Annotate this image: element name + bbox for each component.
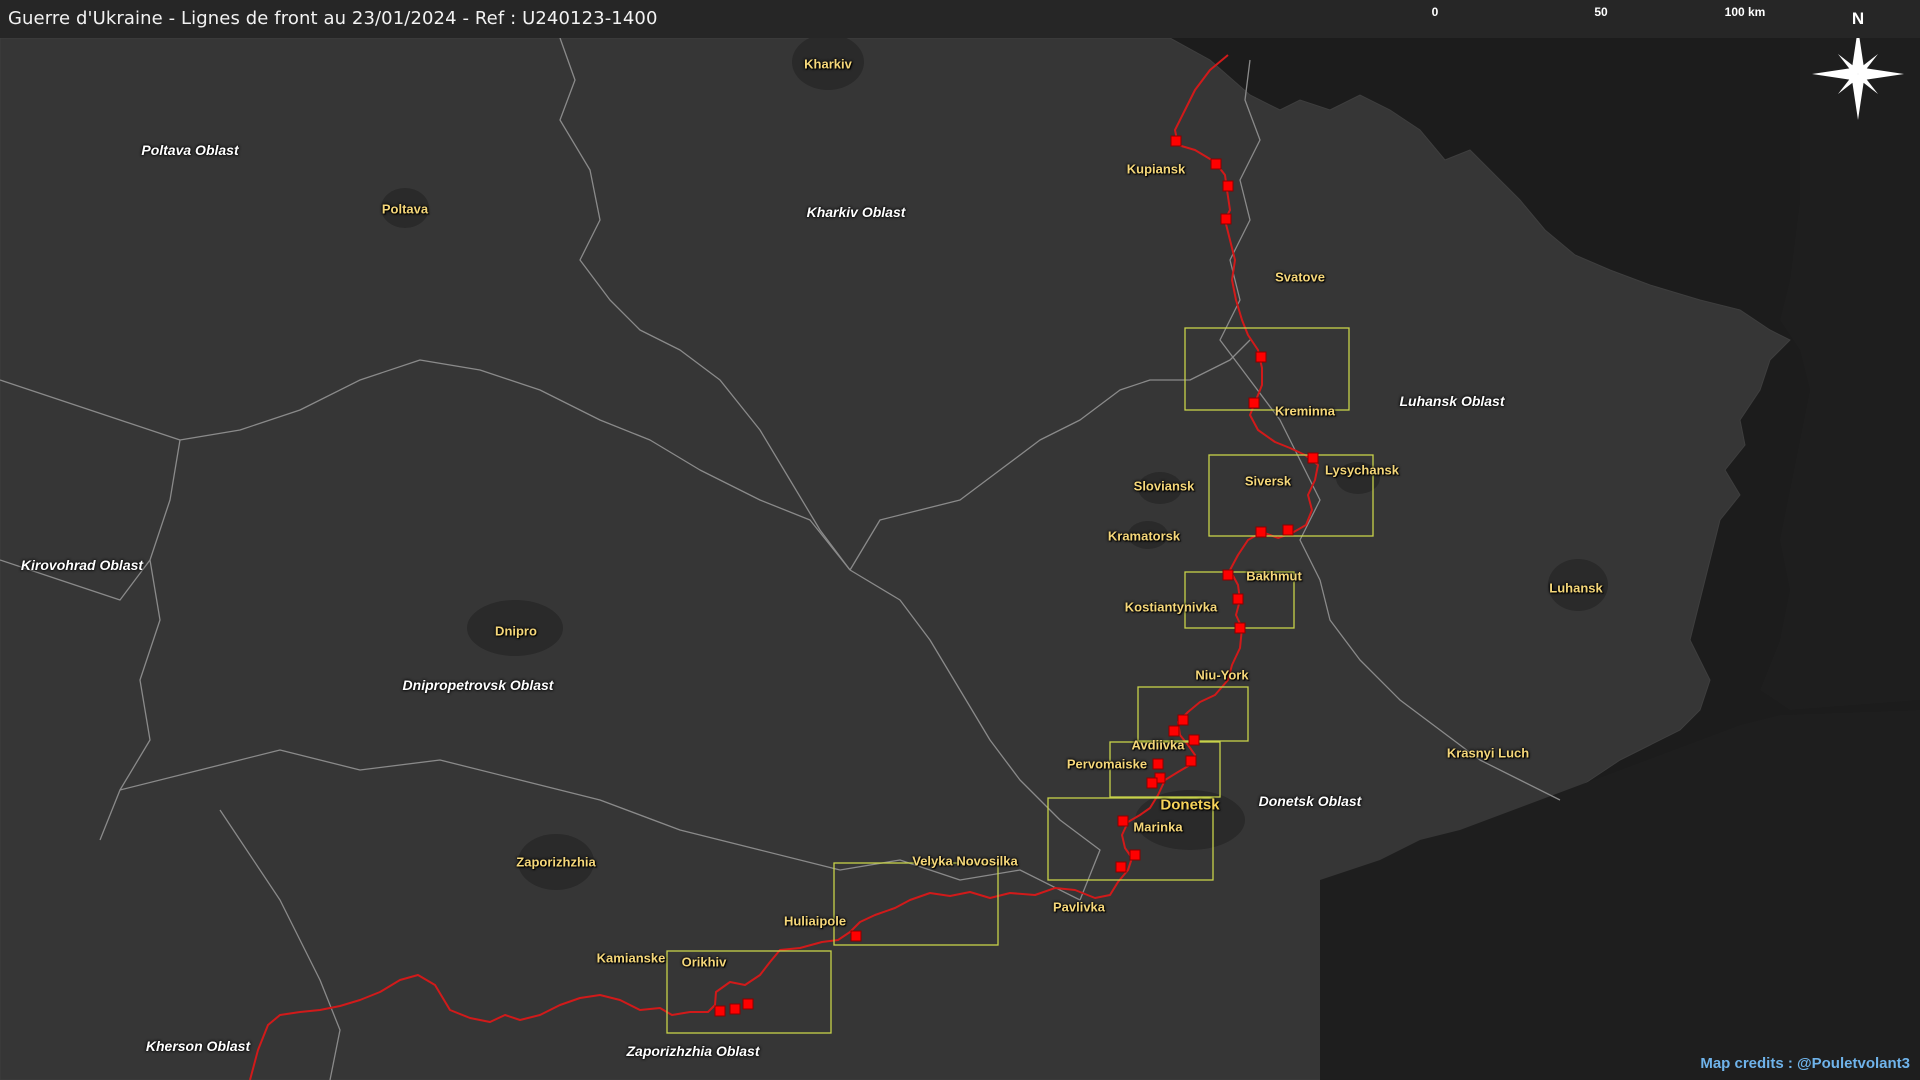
marker — [1234, 622, 1246, 634]
marker — [1129, 849, 1141, 861]
marker — [1248, 397, 1260, 409]
oblast-label-kherson: Kherson Oblast — [145, 1038, 251, 1054]
oblast-label-luhansk: Luhansk Oblast — [1399, 393, 1505, 409]
non-ukraine-area-east — [1760, 38, 1920, 710]
oblast-label-kharkiv: Kharkiv Oblast — [806, 204, 906, 220]
scale-label-50: 50 — [1594, 5, 1608, 19]
marker — [1282, 524, 1294, 536]
city-label-velyka-novosilka: Velyka Novosilka — [912, 853, 1018, 869]
city-label-lysychansk: Lysychansk — [1325, 462, 1399, 478]
city-label-niu-york: Niu-York — [1195, 667, 1249, 683]
city-label-kreminna: Kreminna — [1275, 403, 1335, 419]
map-canvas — [0, 21, 1920, 1080]
marker — [1146, 777, 1158, 789]
city-label-svatove: Svatove — [1275, 269, 1325, 285]
map-credits: Map credits : @Pouletvolant3 — [1700, 1055, 1910, 1072]
city-label-avdiivka: Avdiivka — [1131, 737, 1185, 753]
marker — [729, 1003, 741, 1015]
city-label-pavlivka: Pavlivka — [1052, 899, 1106, 915]
oblast-label-zaporizhzhia: Zaporizhzhia Oblast — [626, 1043, 760, 1059]
oblast-label-dnipropetrovsk: Dnipropetrovsk Oblast — [402, 677, 554, 693]
marker — [1255, 526, 1267, 538]
city-label-kostiantynivka: Kostiantynivka — [1124, 599, 1218, 615]
marker — [1220, 213, 1232, 225]
city-label-poltava: Poltava — [381, 201, 429, 217]
city-label-huliaipole: Huliaipole — [783, 913, 847, 929]
map-stage: Guerre d'Ukraine - Lignes de front au 23… — [0, 0, 1920, 1080]
marker — [1222, 569, 1234, 581]
city-label-kramatorsk: Kramatorsk — [1107, 528, 1181, 544]
scale-label-100: 100 km — [1724, 5, 1766, 19]
marker — [1232, 593, 1244, 605]
marker — [1185, 755, 1197, 767]
scale-label-0: 0 — [1431, 5, 1439, 19]
oblast-label-kirovohrad: Kirovohrad Oblast — [20, 557, 144, 573]
city-label-marinka: Marinka — [1133, 819, 1183, 835]
city-label-pervomaiske: Pervomaiske — [1066, 756, 1148, 772]
city-label-zaporizhzhia: Zaporizhzhia — [516, 854, 596, 870]
oblast-label-poltava: Poltava Oblast — [141, 142, 239, 158]
marker — [1152, 758, 1164, 770]
city-label-kharkiv: Kharkiv — [804, 56, 852, 72]
marker — [1177, 714, 1189, 726]
marker — [1307, 452, 1319, 464]
marker — [1168, 725, 1180, 737]
city-label-sloviansk: Sloviansk — [1133, 478, 1195, 494]
marker — [714, 1005, 726, 1017]
marker — [1170, 135, 1182, 147]
city-label-dnipro: Dnipro — [495, 623, 537, 639]
marker — [1115, 861, 1127, 873]
marker — [850, 930, 862, 942]
city-label-siversk: Siversk — [1244, 473, 1292, 489]
marker — [1210, 158, 1222, 170]
marker — [1188, 734, 1200, 746]
city-label-kupiansk: Kupiansk — [1126, 161, 1186, 177]
marker — [1117, 815, 1129, 827]
marker — [742, 998, 754, 1010]
city-label-kamianske: Kamianske — [596, 950, 666, 966]
city-label-luhansk: Luhansk — [1549, 580, 1603, 596]
marker — [1222, 180, 1234, 192]
city-label-bakhmut: Bakhmut — [1246, 568, 1302, 584]
map-title: Guerre d'Ukraine - Lignes de front au 23… — [8, 8, 658, 29]
city-label-donetsk: Donetsk — [1160, 796, 1220, 814]
city-label-orikhiv: Orikhiv — [681, 954, 727, 970]
north-label: N — [1851, 9, 1865, 28]
oblast-label-donetsk: Donetsk Oblast — [1258, 793, 1362, 809]
marker — [1255, 351, 1267, 363]
city-label-krasnyi-luch: Krasnyi Luch — [1446, 745, 1530, 761]
